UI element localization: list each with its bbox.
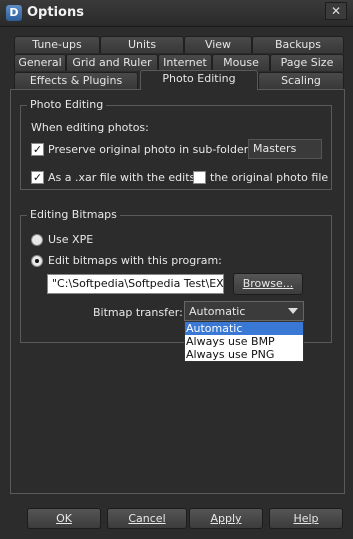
preserve-original-label: Preserve original photo in sub-folder: (48, 143, 252, 156)
close-button[interactable]: ✕ (325, 2, 347, 20)
when-editing-label: When editing photos: (31, 121, 149, 134)
program-path-input[interactable]: "C:\Softpedia\Softpedia Test\EXE\ (47, 274, 224, 294)
tab-grid-and-ruler[interactable]: Grid and Ruler (66, 54, 158, 71)
bitmap-transfer-options: Automatic Always use BMP Always use PNG (184, 321, 304, 362)
help-button[interactable]: Help (269, 508, 343, 529)
use-xpe-radio[interactable] (31, 234, 43, 246)
xar-file-label: As a .xar file with the edits (48, 171, 196, 184)
subfolder-input[interactable]: Masters (248, 139, 322, 159)
option-always-png[interactable]: Always use PNG (185, 348, 303, 361)
cancel-label: Cancel (128, 512, 166, 525)
bitmap-transfer-dropdown[interactable]: Automatic (184, 301, 304, 321)
tab-scaling[interactable]: Scaling (258, 72, 344, 89)
browse-button[interactable]: Browse... (233, 273, 303, 295)
title-bar: D Options ✕ (0, 0, 353, 27)
app-icon: D (6, 5, 22, 21)
bitmap-transfer-value: Automatic (189, 305, 246, 318)
tab-photo-editing[interactable]: Photo Editing (140, 70, 258, 90)
option-always-bmp[interactable]: Always use BMP (185, 335, 303, 348)
edit-with-program-label: Edit bitmaps with this program: (48, 254, 222, 267)
ok-label: OK (56, 512, 72, 525)
tab-page-size[interactable]: Page Size (270, 54, 344, 71)
editing-bitmaps-group-title: Editing Bitmaps (27, 208, 120, 221)
xar-file-checkbox[interactable]: ✓ (31, 171, 44, 184)
tab-backups[interactable]: Backups (252, 36, 344, 53)
chevron-down-icon (288, 308, 298, 314)
cancel-button[interactable]: Cancel (107, 508, 187, 529)
edit-with-program-radio[interactable] (31, 255, 43, 267)
tab-internet[interactable]: Internet (158, 54, 212, 71)
editing-bitmaps-group: Editing Bitmaps Use XPE Edit bitmaps wit… (20, 208, 332, 362)
photo-editing-group-title: Photo Editing (27, 98, 107, 111)
bitmap-transfer-label: Bitmap transfer: (93, 306, 183, 319)
tab-effects-and-plugins[interactable]: Effects & Plugins (14, 72, 138, 89)
use-xpe-label: Use XPE (48, 233, 94, 246)
tab-tune-ups[interactable]: Tune-ups (14, 36, 100, 53)
photo-editing-group: Photo Editing When editing photos: ✓ Pre… (20, 98, 332, 190)
tab-mouse[interactable]: Mouse (212, 54, 270, 71)
apply-label: Apply (210, 512, 242, 525)
tab-view[interactable]: View (184, 36, 252, 53)
help-label: Help (293, 512, 319, 525)
preserve-original-checkbox[interactable]: ✓ (31, 143, 44, 156)
tab-general[interactable]: General (14, 54, 66, 71)
window-title: Options (27, 5, 84, 20)
original-photo-checkbox[interactable] (193, 171, 206, 184)
original-photo-label: the original photo file (210, 171, 329, 184)
ok-button[interactable]: OK (27, 508, 101, 529)
option-automatic[interactable]: Automatic (185, 322, 303, 335)
tab-units[interactable]: Units (100, 36, 184, 53)
apply-button[interactable]: Apply (189, 508, 263, 529)
browse-label: Browse... (242, 277, 294, 290)
tab-panel: Photo Editing When editing photos: ✓ Pre… (10, 89, 345, 494)
